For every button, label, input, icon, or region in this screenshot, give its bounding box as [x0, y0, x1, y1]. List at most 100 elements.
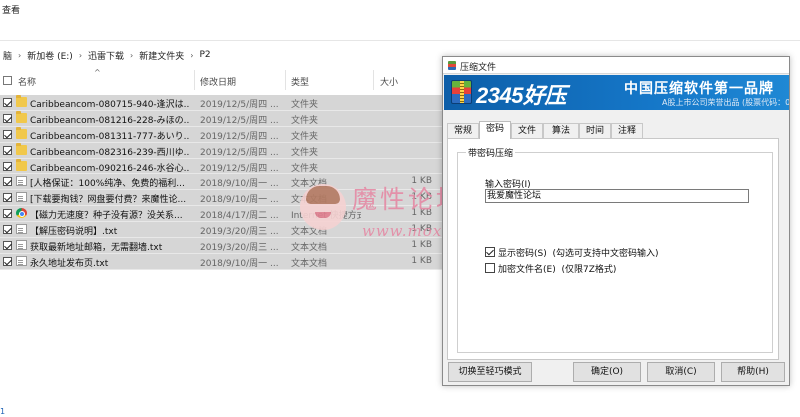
file-date: 2019/3/20/周三 ...: [200, 243, 279, 254]
file-date: 2019/12/5/周四 ...: [200, 163, 279, 174]
file-name: 获取最新地址邮箱，无需翻墙.txt: [30, 243, 163, 254]
file-date: 2019/12/5/周四 ...: [200, 100, 279, 110]
tab-algorithm[interactable]: 算法: [543, 123, 579, 138]
show-password-checkbox[interactable]: [485, 247, 495, 257]
column-divider[interactable]: [373, 70, 374, 90]
row-checkbox[interactable]: [3, 98, 12, 107]
file-date: 2018/9/10/周一 ...: [200, 258, 279, 269]
folder-icon: [16, 95, 27, 107]
status-indicator: 1: [0, 407, 6, 416]
chevron-right-icon: ›: [130, 50, 134, 60]
row-checkbox[interactable]: [3, 129, 12, 139]
file-type: 文件夹: [291, 131, 319, 142]
row-checkbox[interactable]: [3, 193, 12, 203]
tab-password[interactable]: 密码: [479, 121, 511, 139]
archive-logo-icon: [451, 80, 472, 104]
sort-ascending-icon: ^: [94, 68, 101, 77]
password-tab-panel: 带密码压缩 输入密码(I) 我爱魔性论坛 显示密码(S) (勾选可支持中文密码输…: [447, 138, 779, 360]
folder-icon: [16, 110, 27, 123]
row-checkbox[interactable]: [3, 177, 12, 187]
row-checkbox[interactable]: [3, 145, 12, 155]
txt-icon: [16, 192, 27, 203]
banner-subtitle: A股上市公司荣誉出品 (股票代码：002195): [662, 98, 789, 107]
column-header-date[interactable]: 修改日期: [200, 75, 236, 88]
file-row[interactable]: Caribbeancom-090216-246-水谷心... 2019/12/5/…: [0, 158, 445, 175]
row-checkbox[interactable]: [3, 209, 12, 219]
tab-general[interactable]: 常规: [447, 123, 479, 138]
breadcrumb-item-new-folder[interactable]: 新建文件夹: [136, 49, 187, 62]
banner-slogan: 中国压缩软件第一品牌: [624, 81, 774, 97]
switch-mode-button[interactable]: 切换至轻巧模式: [448, 362, 532, 382]
txt-icon: [16, 255, 27, 266]
column-divider[interactable]: [194, 70, 195, 90]
file-name: 永久地址发布页.txt: [30, 258, 109, 269]
show-password-label[interactable]: 显示密码(S) (勾选可支持中文密码输入): [498, 246, 659, 259]
chevron-right-icon: ›: [190, 50, 194, 60]
column-header-name[interactable]: 名称: [18, 75, 36, 88]
txt-icon: [16, 240, 27, 251]
tab-time[interactable]: 时间: [579, 123, 611, 138]
dialog-title: 压缩文件: [460, 63, 497, 73]
show-password-text: 显示密码(S): [498, 249, 547, 259]
file-date: 2018/4/17/周二 ...: [200, 211, 279, 222]
encrypt-filenames-text: 加密文件名(E): [498, 265, 556, 275]
file-list-header: ^ 名称 修改日期 类型 大小: [0, 68, 445, 92]
compress-dialog: 压缩文件 2345好压 中国压缩软件第一品牌 A股上市公司荣誉出品 (股票代码：…: [442, 56, 790, 386]
chevron-right-icon: ›: [18, 50, 22, 60]
file-type: 文件夹: [291, 163, 319, 174]
row-checkbox[interactable]: [3, 225, 12, 235]
encrypt-filenames-label[interactable]: 加密文件名(E) (仅限7Z格式): [498, 262, 616, 275]
brand-banner: 2345好压 中国压缩软件第一品牌 A股上市公司荣誉出品 (股票代码：00219…: [444, 75, 789, 110]
file-date: 2018/9/10/周一 ...: [200, 195, 279, 206]
password-group: 带密码压缩 输入密码(I) 我爱魔性论坛 显示密码(S) (勾选可支持中文密码输…: [457, 146, 773, 353]
tab-files[interactable]: 文件: [511, 123, 543, 138]
tab-comment[interactable]: 注释: [611, 123, 643, 138]
chrome-icon: [16, 208, 27, 219]
column-header-size[interactable]: 大小: [380, 75, 398, 88]
breadcrumb[interactable]: 脑 › 新加卷 (E:) › 迅雷下载 › 新建文件夹 › P2: [0, 46, 214, 64]
password-group-title: 带密码压缩: [466, 146, 516, 159]
dialog-titlebar[interactable]: 压缩文件: [443, 57, 789, 74]
file-date: 2019/3/20/周三 ...: [200, 227, 279, 238]
show-password-hint: (勾选可支持中文密码输入): [552, 249, 659, 259]
row-checkbox[interactable]: [3, 241, 12, 251]
column-header-type[interactable]: 类型: [291, 75, 309, 88]
password-input[interactable]: 我爱魔性论坛: [485, 189, 749, 203]
encrypt-filenames-checkbox[interactable]: [485, 263, 495, 273]
row-checkbox[interactable]: [3, 256, 12, 266]
txt-icon: [16, 176, 27, 187]
breadcrumb-item-p2[interactable]: P2: [196, 50, 213, 60]
file-name: Caribbeancom-080715-940-逢沢は...: [30, 100, 190, 110]
cancel-button[interactable]: 取消(C): [647, 362, 715, 382]
file-row[interactable]: Caribbeancom-082316-239-西川ゆ... 2019/12/5/…: [0, 142, 445, 159]
ok-button[interactable]: 确定(O): [573, 362, 641, 382]
select-all-checkbox[interactable]: [3, 76, 12, 85]
file-type: 文件夹: [291, 100, 319, 110]
folder-icon: [16, 126, 27, 139]
menu-view[interactable]: 查看: [2, 2, 20, 20]
breadcrumb-item-drive[interactable]: 新加卷 (E:): [24, 49, 76, 62]
file-name: Caribbeancom-082316-239-西川ゆ...: [30, 147, 190, 158]
file-name: 【解压密码说明】.txt: [30, 227, 118, 238]
file-type: 文件夹: [291, 115, 319, 126]
encrypt-filenames-hint: (仅限7Z格式): [561, 265, 617, 275]
folder-icon: [16, 142, 27, 155]
file-type: 文本文档: [291, 258, 328, 269]
file-name: [人格保证：100%纯净、免费的福利...: [30, 179, 185, 190]
file-row[interactable]: Caribbeancom-080715-940-逢沢は... 2019/12/5/…: [0, 95, 445, 111]
file-date: 2018/9/10/周一 ...: [200, 179, 279, 190]
column-divider[interactable]: [285, 70, 286, 90]
file-row[interactable]: Caribbeancom-081216-228-みほの... 2019/12/5/…: [0, 110, 445, 127]
file-row[interactable]: 永久地址发布页.txt 2018/9/10/周一 ... 文本文档 1 KB: [0, 253, 445, 270]
folder-icon: [16, 158, 27, 171]
file-size: 1 KB: [411, 255, 432, 266]
file-name: [下载要掏钱？网盘要付费？来魔性论...: [30, 195, 187, 206]
help-button[interactable]: 帮助(H): [721, 362, 785, 382]
file-row[interactable]: Caribbeancom-081311-777-あいり... 2019/12/5/…: [0, 126, 445, 143]
file-name: 【磁力无速度？种子没有源？没关系...: [30, 211, 183, 222]
breadcrumb-item-downloads[interactable]: 迅雷下载: [85, 49, 127, 62]
row-checkbox[interactable]: [3, 161, 12, 171]
file-type: 文件夹: [291, 147, 319, 158]
row-checkbox[interactable]: [3, 113, 12, 123]
breadcrumb-item-pc[interactable]: 脑: [0, 49, 15, 62]
